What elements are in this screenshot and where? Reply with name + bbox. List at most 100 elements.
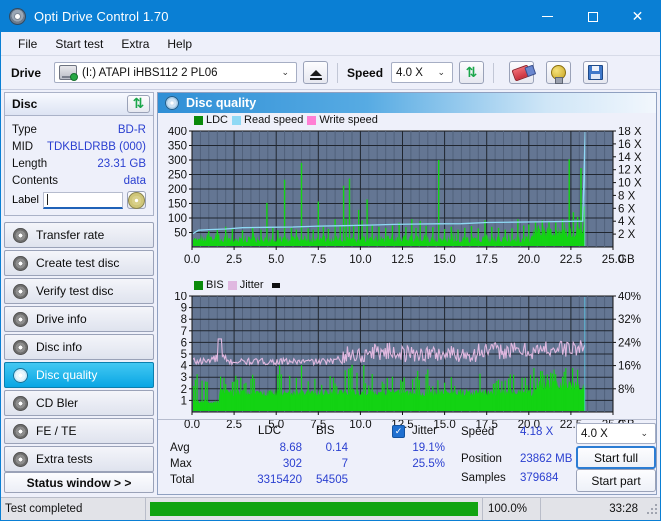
start-full-button[interactable]: Start full <box>576 446 656 469</box>
svg-text:GB: GB <box>618 254 635 266</box>
disc-panel-title: Disc <box>12 97 37 111</box>
legend-swatch <box>194 281 203 290</box>
close-icon: ✕ <box>632 10 644 24</box>
jitter-checkbox[interactable]: ✓ <box>392 425 405 438</box>
status-window-button[interactable]: Status window > > <box>4 472 154 493</box>
cd-bler-icon <box>13 396 28 411</box>
disc-row-value: BD-R <box>118 124 146 136</box>
disc-label-button[interactable] <box>127 191 146 209</box>
sidebar-item-disc-info[interactable]: Disc info <box>4 334 154 360</box>
stats-samples-value: 379684 <box>520 472 558 484</box>
menu-extra[interactable]: Extra <box>112 34 158 54</box>
svg-text:150: 150 <box>168 199 187 211</box>
disc-row-mid: MID TDKBLDRBB (000) <box>12 138 146 155</box>
start-part-button[interactable]: Start part <box>576 469 656 492</box>
sidebar-item-fe-te[interactable]: FE / TE <box>4 418 154 444</box>
stats-row-key-total: Total <box>170 474 194 486</box>
svg-text:1: 1 <box>181 395 187 407</box>
sidebar-item-cd-bler[interactable]: CD Bler <box>4 390 154 416</box>
disc-row-type: Type BD-R <box>12 121 146 138</box>
legend-item-bis: BIS <box>194 279 224 291</box>
disc-quality-icon <box>165 96 179 110</box>
disc-refresh-button[interactable]: ⇅ <box>127 95 150 113</box>
legend-marker <box>272 283 280 288</box>
eject-button[interactable] <box>303 61 328 84</box>
verify-test-disc-icon <box>13 284 28 299</box>
minimize-icon <box>542 16 553 17</box>
progress-percent: 100.0% <box>483 498 541 520</box>
main-body: Disc ⇅ Type BD-R MID TDKBLDRBB (000) Len… <box>1 90 660 497</box>
menu-file[interactable]: File <box>9 34 46 54</box>
disc-label-input[interactable] <box>43 192 123 209</box>
svg-text:6: 6 <box>181 337 187 349</box>
svg-text:12.5: 12.5 <box>391 254 413 266</box>
legend-swatch <box>194 116 203 125</box>
sidebar-item-create-test-disc[interactable]: Create test disc <box>4 250 154 276</box>
svg-text:4 X: 4 X <box>618 216 636 228</box>
speed-select[interactable]: 4.0 X ⌄ <box>391 62 453 83</box>
stats-speed-key: Speed <box>461 426 494 438</box>
save-icon <box>588 65 603 80</box>
sidebar-item-transfer-rate[interactable]: Transfer rate <box>4 222 154 248</box>
stats-avg-bis: 0.14 <box>308 442 348 454</box>
test-speed-select[interactable]: 4.0 X ⌄ <box>576 423 656 444</box>
stats-row-key-max: Max <box>170 458 192 470</box>
sidebar-item-label: Create test disc <box>36 256 119 270</box>
svg-text:200: 200 <box>168 184 187 196</box>
create-test-disc-icon <box>13 256 28 271</box>
sidebar-item-verify-test-disc[interactable]: Verify test disc <box>4 278 154 304</box>
sidebar-item-label: Verify test disc <box>36 284 113 298</box>
content-panel: Disc quality LDC Read speed Write sp <box>157 92 657 495</box>
app-disc-icon <box>9 8 26 25</box>
svg-text:10: 10 <box>174 292 187 303</box>
svg-text:2: 2 <box>181 384 187 396</box>
svg-text:22.5: 22.5 <box>560 254 582 266</box>
drive-select[interactable]: (I:) ATAPI iHBS112 2 PL06 ⌄ <box>54 62 297 83</box>
svg-text:10.0: 10.0 <box>349 254 371 266</box>
menu-start-test[interactable]: Start test <box>46 34 112 54</box>
speed-select-value: 4.0 X <box>396 67 423 79</box>
sidebar-item-label: FE / TE <box>36 424 76 438</box>
sidebar-item-drive-info[interactable]: Drive info <box>4 306 154 332</box>
stats-max-ldc: 302 <box>258 458 302 470</box>
sidebar-item-label: Disc info <box>36 340 82 354</box>
svg-text:8 X: 8 X <box>618 190 636 202</box>
maximize-icon <box>588 12 598 22</box>
svg-text:400: 400 <box>168 127 187 138</box>
legend-swatch <box>307 116 316 125</box>
close-button[interactable]: ✕ <box>615 1 660 32</box>
test-speed-value: 4.0 X <box>581 428 608 440</box>
stats-position-value: 23862 MB <box>520 453 572 465</box>
sidebar-item-label: Drive info <box>36 312 87 326</box>
drive-label: Drive <box>11 66 41 80</box>
minimize-button[interactable] <box>525 1 570 32</box>
tips-button[interactable] <box>546 61 571 84</box>
disc-label-key: Label <box>12 194 39 206</box>
disc-panel: Disc ⇅ Type BD-R MID TDKBLDRBB (000) Len… <box>4 92 154 216</box>
progress-bar <box>150 502 478 516</box>
save-button[interactable] <box>583 61 608 84</box>
stats-avg-jitter: 19.1% <box>403 442 445 454</box>
disc-row-value: TDKBLDRBB (000) <box>47 141 146 153</box>
refresh-drive-button[interactable]: ⇅ <box>459 61 484 84</box>
resize-grip[interactable] <box>646 503 658 515</box>
content-header: Disc quality <box>158 93 656 113</box>
maximize-button[interactable] <box>570 1 615 32</box>
sidebar-item-extra-tests[interactable]: Extra tests <box>4 446 154 472</box>
sidebar-item-label: Transfer rate <box>36 228 104 242</box>
svg-text:6 X: 6 X <box>618 203 636 215</box>
menu-help[interactable]: Help <box>158 34 201 54</box>
svg-text:12 X: 12 X <box>618 165 642 177</box>
title-bar: Opti Drive Control 1.70 ✕ <box>1 1 660 32</box>
elapsed-time: 33:28 <box>541 498 646 520</box>
speed-label: Speed <box>347 66 383 80</box>
app-window: Opti Drive Control 1.70 ✕ File Start tes… <box>0 0 661 521</box>
erase-button[interactable] <box>509 61 534 84</box>
disc-row-key: Type <box>12 124 37 136</box>
chevron-down-icon: ⌄ <box>276 67 294 78</box>
jitter-label: Jitter <box>412 425 437 437</box>
sidebar-item-disc-quality[interactable]: Disc quality <box>4 362 154 388</box>
status-message: Test completed <box>1 498 146 520</box>
disc-info-list: Type BD-R MID TDKBLDRBB (000) Length 23.… <box>5 116 153 215</box>
svg-text:9: 9 <box>181 303 187 315</box>
